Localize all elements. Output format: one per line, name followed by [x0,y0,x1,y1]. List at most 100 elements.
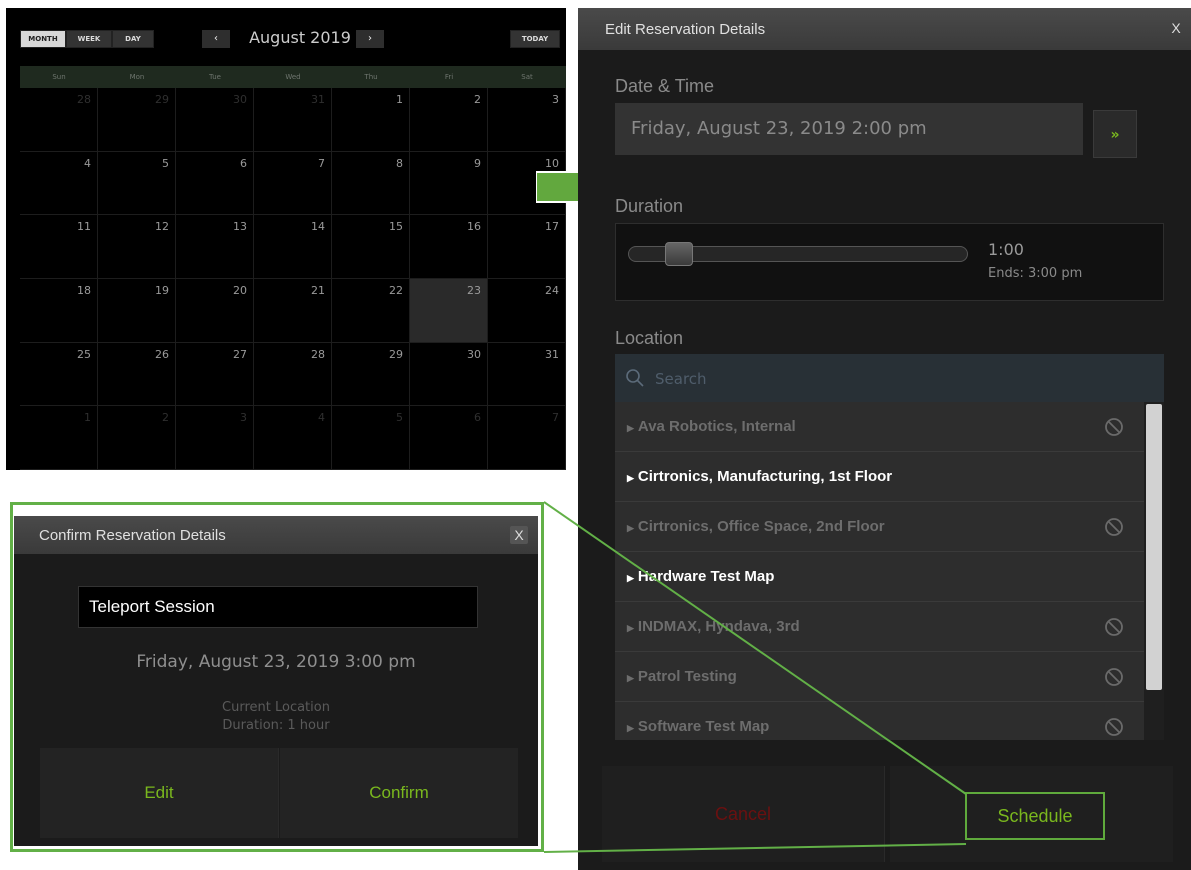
dialog-title: Edit Reservation Details [605,21,766,38]
calendar-day[interactable]: 11 [20,215,98,279]
calendar-day[interactable]: 1 [20,406,98,470]
weekday-label: Tue [209,73,221,81]
calendar-day[interactable]: 4 [254,406,332,470]
calendar-day[interactable]: 16 [410,215,488,279]
calendar-day[interactable]: 26 [98,342,176,407]
location-list-item[interactable]: ▶ Cirtronics, Office Space, 2nd Floor [615,502,1144,552]
chevron-left-icon: ‹ [214,33,218,44]
calendar-day[interactable]: 25 [20,342,98,407]
location-list-item[interactable]: ▶ Ava Robotics, Internal [615,402,1144,452]
confirm-dialog-title: Confirm Reservation Details [39,527,226,544]
weekday-label: Sat [521,73,533,81]
double-chevron-right-icon: » [1110,127,1120,143]
expand-triangle-icon: ▶ [627,423,634,433]
location-search-input[interactable] [653,368,1057,390]
date-time-next-button[interactable]: » [1093,110,1137,158]
location-list-item[interactable]: ▶ Software Test Map [615,702,1144,740]
location-name: Cirtronics, Office Space, 2nd Floor [637,518,885,535]
calendar-day[interactable]: 7 [254,151,332,216]
schedule-button[interactable]: Schedule [965,792,1105,840]
cancel-button[interactable]: Cancel [602,766,885,862]
confirm-close-button[interactable]: X [510,526,528,544]
expand-triangle-icon: ▶ [627,573,634,583]
calendar-day-selected[interactable]: 23 [410,279,488,343]
calendar-day[interactable]: 6 [410,406,488,470]
duration-value: 1:00 [988,240,1024,259]
calendar-day[interactable]: 1 [332,88,410,152]
calendar-day[interactable]: 4 [20,151,98,216]
calendar-day[interactable]: 29 [332,342,410,407]
location-list-item[interactable]: ▶ Hardware Test Map [615,552,1144,602]
calendar-day[interactable]: 2 [410,88,488,152]
calendar-day[interactable]: 28 [20,88,98,152]
calendar-day[interactable]: 15 [332,215,410,279]
location-label: Location [615,328,684,348]
calendar-day[interactable]: 20 [176,279,254,343]
calendar-day[interactable]: 21 [254,279,332,343]
search-icon [626,369,644,387]
location-list-item[interactable]: ▶ Cirtronics, Manufacturing, 1st Floor [615,452,1144,502]
scrollbar-thumb[interactable] [1146,404,1162,690]
calendar-day[interactable]: 2 [98,406,176,470]
confirm-dialog-header: Confirm Reservation Details X [14,516,538,554]
weekday-label: Thu [364,73,378,81]
month-view-button[interactable]: MONTH [20,30,66,48]
close-icon: X [514,527,524,543]
unavailable-icon [1105,668,1123,686]
close-button[interactable]: X [1166,20,1186,40]
calendar-day[interactable]: 5 [332,406,410,470]
date-time-field[interactable]: Friday, August 23, 2019 2:00 pm [615,103,1083,155]
calendar-day[interactable]: 29 [98,88,176,152]
calendar-day[interactable]: 27 [176,342,254,407]
weekday-label: Wed [285,73,301,81]
calendar-day[interactable]: 9 [410,151,488,216]
calendar-day[interactable]: 5 [98,151,176,216]
location-list-scrollbar[interactable] [1144,402,1164,740]
expand-triangle-icon: ▶ [627,623,634,633]
duration-slider-handle[interactable] [665,242,694,266]
today-button[interactable]: TODAY [510,30,560,48]
location-name: Software Test Map [637,718,770,735]
calendar-day[interactable]: 17 [488,215,566,279]
location-name: Hardware Test Map [637,568,775,585]
calendar-day[interactable]: 18 [20,279,98,343]
location-name: Cirtronics, Manufacturing, 1st Floor [637,468,893,485]
calendar-title: August 2019 [249,28,351,47]
location-name: Ava Robotics, Internal [637,418,796,435]
location-list-item[interactable]: ▶ INDMAX, Hyndava, 3rd [615,602,1144,652]
expand-triangle-icon: ▶ [627,473,634,483]
calendar-day[interactable]: 8 [332,151,410,216]
calendar-day[interactable]: 22 [332,279,410,343]
location-list-item[interactable]: ▶ Patrol Testing [615,652,1144,702]
calendar-day[interactable]: 6 [176,151,254,216]
next-month-button[interactable]: › [356,30,384,48]
calendar-day[interactable]: 14 [254,215,332,279]
day-view-button[interactable]: DAY [112,30,154,48]
schedule-button-area: Schedule [890,766,1173,862]
calendar-day[interactable]: 31 [254,88,332,152]
prev-month-button[interactable]: ‹ [202,30,230,48]
unavailable-icon [1105,618,1123,636]
date-time-label: Date & Time [615,76,715,96]
week-view-button[interactable]: WEEK [66,30,112,48]
confirm-duration: Duration: 1 hour [222,718,330,733]
session-name-field[interactable]: Teleport Session [78,586,478,628]
weekday-label: Fri [444,73,454,81]
calendar-day[interactable]: 19 [98,279,176,343]
duration-end-time: Ends: 3:00 pm [988,266,1083,281]
calendar-day[interactable]: 30 [176,88,254,152]
calendar-day[interactable]: 3 [176,406,254,470]
calendar-day[interactable]: 30 [410,342,488,407]
calendar-day[interactable]: 31 [488,342,566,407]
edit-button[interactable]: Edit [40,748,279,838]
expand-triangle-icon: ▶ [627,723,634,733]
calendar-widget: MONTH WEEK DAY ‹ August 2019 › TODAY Sun… [6,8,566,470]
calendar-day[interactable]: 12 [98,215,176,279]
calendar-day[interactable]: 7 [488,406,566,470]
calendar-day[interactable]: 24 [488,279,566,343]
edit-reservation-dialog: Edit Reservation Details X Date & Time F… [578,8,1191,870]
confirm-button[interactable]: Confirm [280,748,518,838]
calendar-day[interactable]: 13 [176,215,254,279]
calendar-day[interactable]: 3 [488,88,566,152]
calendar-day[interactable]: 28 [254,342,332,407]
